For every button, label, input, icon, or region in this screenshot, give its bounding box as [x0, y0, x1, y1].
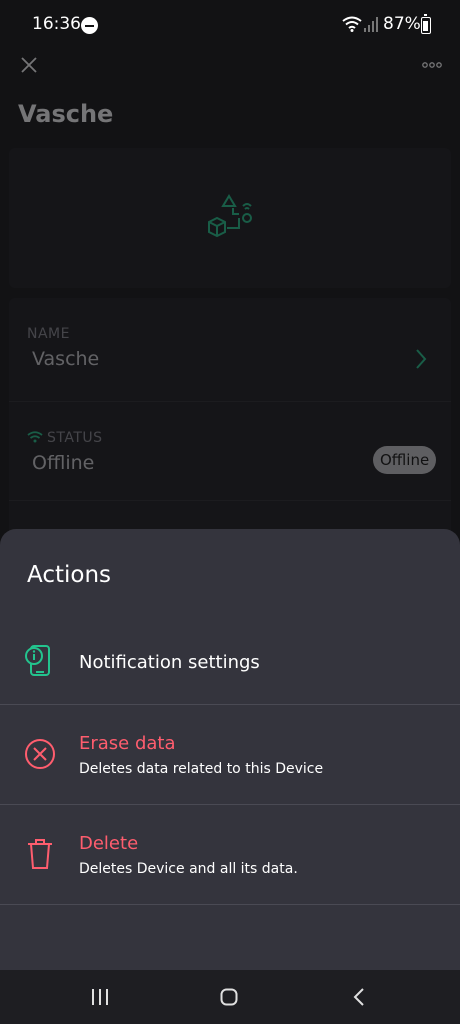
action-title: Notification settings [79, 652, 260, 673]
sheet-title: Actions [27, 562, 112, 588]
row-divider [9, 401, 451, 402]
signal-icon [364, 17, 378, 32]
action-subtitle: Deletes data related to this Device [79, 761, 324, 777]
chevron-right-icon [416, 349, 427, 369]
battery-percent: 87% [383, 14, 421, 34]
status-time: 16:36 [32, 14, 81, 34]
actions-sheet: Actions Notification settings Erase data… [0, 529, 460, 970]
name-label: NAME [27, 326, 70, 342]
navigation-bar [0, 970, 460, 1024]
page-title: Vasche [18, 100, 114, 128]
delete-action[interactable]: Delete Deletes Device and all its data. [0, 805, 460, 905]
wifi-icon [342, 16, 362, 32]
row-divider [9, 500, 451, 501]
phone-info-icon [25, 645, 50, 676]
trash-icon [28, 839, 52, 869]
more-icon[interactable] [421, 56, 443, 74]
circle-x-icon [25, 739, 55, 769]
wifi-status-icon [27, 431, 43, 443]
action-divider [0, 904, 460, 905]
erase-data-action[interactable]: Erase data Deletes data related to this … [0, 705, 460, 805]
action-title: Delete [79, 833, 139, 854]
notification-settings-action[interactable]: Notification settings [0, 605, 460, 705]
status-value: Offline [32, 452, 95, 474]
name-value: Vasche [32, 348, 100, 370]
battery-icon [421, 14, 431, 34]
back-icon[interactable] [352, 988, 366, 1006]
status-label: STATUS [47, 430, 103, 446]
status-badge: Offline [373, 446, 437, 474]
recents-icon[interactable] [90, 988, 110, 1006]
home-icon[interactable] [220, 988, 238, 1006]
action-subtitle: Deletes Device and all its data. [79, 861, 298, 877]
close-icon[interactable] [20, 56, 38, 74]
action-title: Erase data [79, 733, 176, 754]
device-page: 16:36 87% Vasche NAME Vasche STATUS Offl… [0, 0, 460, 1024]
device-template-icon [208, 194, 252, 238]
do-not-disturb-icon [81, 17, 98, 34]
device-image-card [9, 148, 451, 288]
device-info-card: NAME Vasche STATUS Offline Offline [9, 298, 451, 558]
status-bar: 16:36 87% [0, 0, 460, 52]
